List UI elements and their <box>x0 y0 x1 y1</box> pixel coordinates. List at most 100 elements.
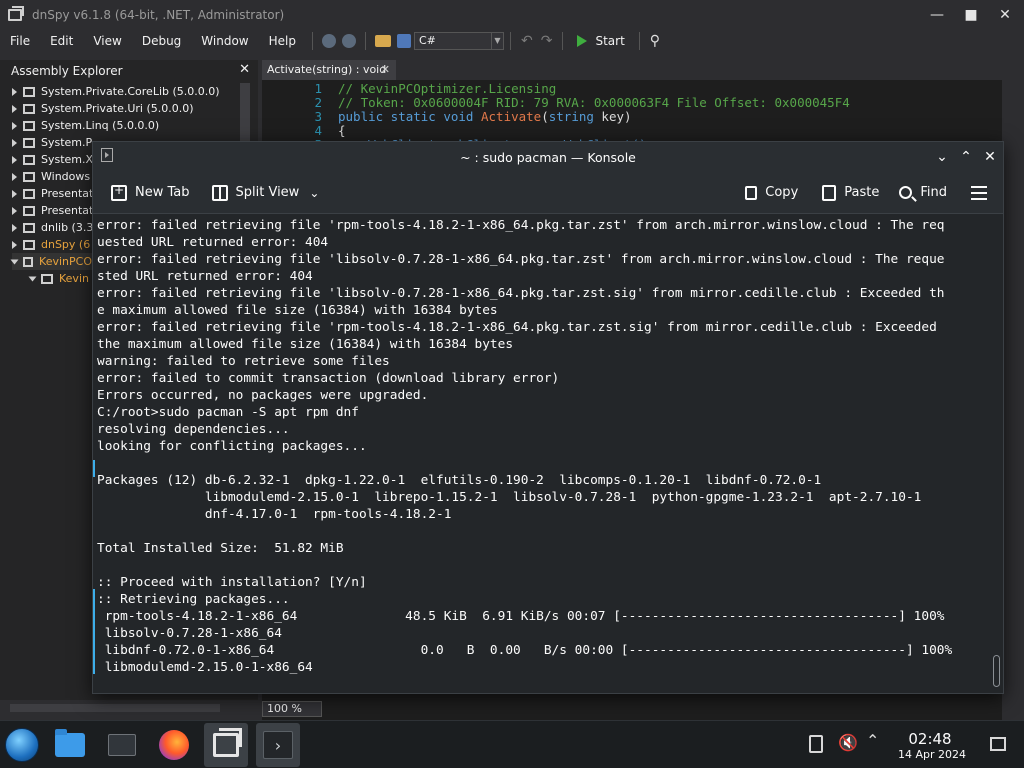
tree-item[interactable]: dnlib (3.3 <box>12 219 93 236</box>
terminal-line: Total Installed Size: 51.82 MiB <box>97 541 344 556</box>
chevron-up-icon[interactable]: ⌃ <box>866 731 884 750</box>
search-icon <box>899 186 913 199</box>
terminal-line: looking for conflicting packages... <box>97 439 367 454</box>
menu-debug[interactable]: Debug <box>142 34 181 48</box>
firefox-button[interactable] <box>152 723 196 767</box>
tree-item[interactable]: System.Private.Uri (5.0.0.0) <box>12 100 194 117</box>
scrollbar-thumb[interactable] <box>993 655 1000 687</box>
clock-time[interactable]: 02:48 <box>890 730 970 748</box>
paste-label: Paste <box>844 185 880 200</box>
split-view-icon <box>211 184 228 201</box>
paste-button[interactable]: Paste <box>822 184 880 201</box>
language-select[interactable]: C# ▼ <box>413 32 504 50</box>
tab-activate[interactable]: Activate(string) : void ✕ <box>262 60 396 80</box>
file-manager-button[interactable] <box>48 723 92 767</box>
tree-item[interactable]: System.Linq (5.0.0.0) <box>12 117 159 134</box>
tree-item[interactable]: System.Private.CoreLib (5.0.0.0) <box>12 83 220 100</box>
tree-item[interactable]: System.X <box>12 151 93 168</box>
minimize-button[interactable]: — <box>925 4 949 26</box>
terminal-line: sted URL returned error: 404 <box>97 269 313 284</box>
firefox-icon <box>159 730 189 760</box>
menu-help[interactable]: Help <box>269 34 296 48</box>
terminal-line: dnf-4.17.0-1 rpm-tools-4.18.2-1 <box>97 507 452 522</box>
terminal-line: error: failed retrieving file 'libsolv-0… <box>97 286 945 301</box>
terminal-line: the maximum allowed file size (16384) wi… <box>97 337 514 352</box>
redo-icon[interactable]: ↷ <box>541 33 553 49</box>
konsole-task-button[interactable]: › <box>256 723 300 767</box>
windows-logo-icon <box>5 728 39 762</box>
terminal-line: libmodulemd-2.15.0-1-x86_64 <box>97 660 313 675</box>
terminal-line: warning: failed to retrieve some files <box>97 354 390 369</box>
volume-muted-icon[interactable]: 🔇 <box>838 733 858 752</box>
dnspy-task-button[interactable] <box>204 723 248 767</box>
konsole-titlebar: ~ : sudo pacman — Konsole ⌄ ⌃ ✕ <box>93 142 1003 172</box>
terminal-line: error: failed retrieving file 'libsolv-0… <box>97 252 945 267</box>
terminal-line: :: Retrieving packages... <box>97 592 290 607</box>
zoom-select[interactable]: 100 % <box>262 701 322 717</box>
open-folder-icon[interactable] <box>374 35 391 47</box>
tree-item[interactable]: dnSpy (6 <box>12 236 90 253</box>
paste-icon <box>822 184 837 201</box>
code-line: 1// KevinPCOptimizer.Licensing <box>314 81 557 96</box>
maximize-button[interactable]: ■ <box>959 4 983 26</box>
undo-icon[interactable]: ↶ <box>521 33 533 49</box>
split-view-button[interactable]: Split View ⌄ <box>211 184 320 201</box>
save-icon[interactable] <box>396 34 411 48</box>
tree-item[interactable]: System.P <box>12 134 92 151</box>
copy-button[interactable]: Copy <box>745 185 798 200</box>
terminal-line: libmodulemd-2.15.0-1 librepo-1.15.2-1 li… <box>97 490 922 505</box>
system-settings-button[interactable] <box>100 723 144 767</box>
tree-item[interactable]: Kevin <box>28 270 89 287</box>
search-icon[interactable]: ⚲ <box>650 33 660 49</box>
close-icon[interactable]: ✕ <box>381 60 390 80</box>
terminal-line: error: failed retrieving file 'rpm-tools… <box>97 320 937 335</box>
start-button[interactable]: Start <box>577 34 625 48</box>
new-tab-button[interactable]: New Tab <box>111 183 190 201</box>
assembly-explorer-header: Assembly Explorer ✕ <box>0 60 258 82</box>
clipboard-icon[interactable] <box>809 735 823 753</box>
code-line: 3 public static void Activate(string key) <box>314 109 632 124</box>
chevron-down-icon[interactable]: ⌄ <box>931 146 953 168</box>
menu-view[interactable]: View <box>93 34 121 48</box>
tree-item[interactable]: Windows <box>12 168 90 185</box>
find-button[interactable]: Find <box>899 185 947 200</box>
menu-window[interactable]: Window <box>201 34 248 48</box>
taskbar: › 🔇 ⌃ <box>0 720 1024 768</box>
terminal-scrollbar[interactable] <box>990 215 1003 693</box>
toolbar-separator <box>311 32 313 50</box>
toolbar-separator <box>562 32 564 50</box>
close-icon[interactable]: ✕ <box>239 62 250 77</box>
dnspy-title: dnSpy v6.1.8 (64-bit, .NET, Administrato… <box>32 8 285 22</box>
assembly-icon <box>23 205 35 216</box>
zoom-value: 100 % <box>267 702 302 715</box>
assembly-explorer-hscrollbar[interactable] <box>10 704 220 712</box>
menu-edit[interactable]: Edit <box>50 34 73 48</box>
copy-label: Copy <box>765 185 799 200</box>
menu-file[interactable]: File <box>10 34 30 48</box>
terminal-output[interactable]: error: failed retrieving file 'rpm-tools… <box>93 215 990 693</box>
dnspy-app-icon <box>8 6 24 21</box>
back-icon[interactable] <box>321 34 336 48</box>
chevron-up-icon[interactable]: ⌃ <box>955 146 977 168</box>
close-icon[interactable]: ✕ <box>979 146 1001 168</box>
terminal-line: resolving dependencies... <box>97 422 290 437</box>
konsole-window: ~ : sudo pacman — Konsole ⌄ ⌃ ✕ New Tab … <box>92 141 1004 694</box>
terminal-line: Packages (12) db-6.2.32-1 dpkg-1.22.0-1 … <box>97 473 822 488</box>
new-tab-label: New Tab <box>135 185 190 200</box>
toolbar-separator <box>638 32 640 50</box>
konsole-title: ~ : sudo pacman — Konsole <box>460 149 636 165</box>
language-value: C# <box>418 34 436 47</box>
tree-item[interactable]: Presentat <box>12 185 93 202</box>
show-desktop-icon[interactable] <box>990 737 1006 751</box>
close-button[interactable]: ✕ <box>993 4 1017 26</box>
new-tab-icon <box>111 183 127 201</box>
menubar: File Edit View Debug Window Help C# ▼ ↶ … <box>0 30 1024 52</box>
code-line: 2// Token: 0x0600004F RID: 79 RVA: 0x000… <box>314 95 850 110</box>
start-menu-button[interactable] <box>0 723 44 767</box>
clock-date[interactable]: 14 Apr 2024 <box>890 748 974 761</box>
tree-item[interactable]: Presentat <box>12 202 93 219</box>
forward-icon[interactable] <box>341 34 356 48</box>
chevron-down-icon: ⌄ <box>309 185 320 200</box>
tree-item-selected[interactable]: KevinPCO <box>10 253 92 270</box>
hamburger-menu-icon[interactable] <box>971 185 987 200</box>
